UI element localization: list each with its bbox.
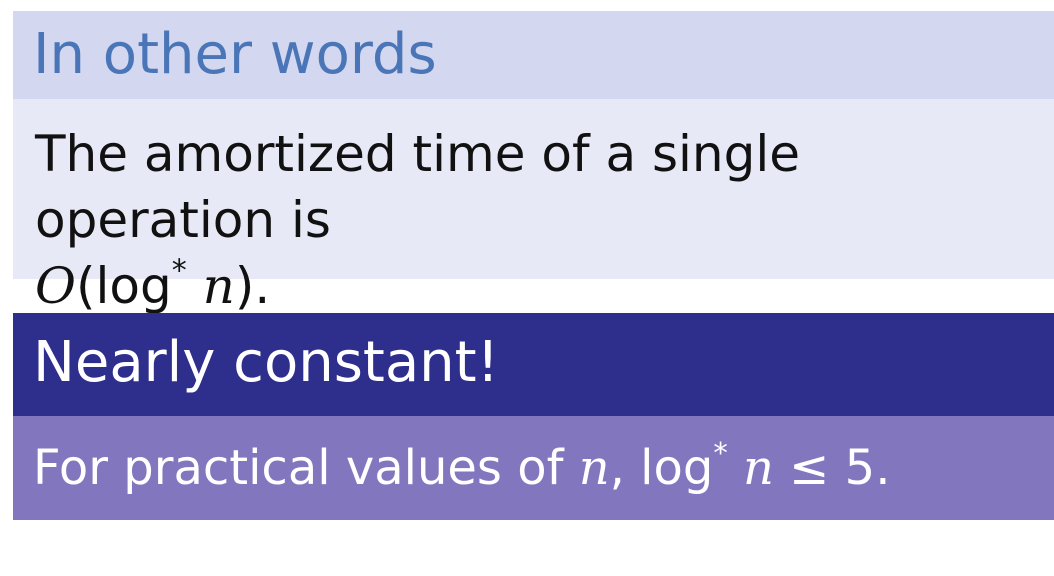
log-text: log [95, 257, 172, 315]
variable-n-2: n [743, 440, 774, 496]
log-star: * [171, 253, 187, 289]
block-1-body: The amortized time of a single operation… [13, 99, 1054, 315]
slide: In other words The amortized time of a s… [0, 0, 1054, 576]
block-2-body: For practical values of n, log* n ≤ 5. [13, 416, 1054, 520]
log-text-2: log [640, 440, 714, 496]
open-paren: ( [76, 257, 96, 315]
block-1-formula: O(log* n). [35, 253, 1054, 319]
variable-n: n [202, 257, 235, 315]
comma: , [609, 440, 641, 496]
inequality-rest: ≤ 5. [773, 440, 891, 496]
close-paren-period: ). [234, 257, 271, 315]
block-2-header: Nearly constant! [13, 313, 1054, 416]
variable-n-1: n [578, 440, 610, 496]
block-1-title: In other words [33, 22, 437, 87]
block-2-title: Nearly constant! [33, 330, 500, 395]
block-2-prefix: For practical values of [33, 440, 579, 496]
block-1-text-line-1: The amortized time of a single operation… [35, 125, 801, 249]
block-1-header: In other words [13, 11, 1054, 99]
log-star-2: * [713, 435, 728, 470]
big-o-symbol: O [35, 257, 76, 315]
